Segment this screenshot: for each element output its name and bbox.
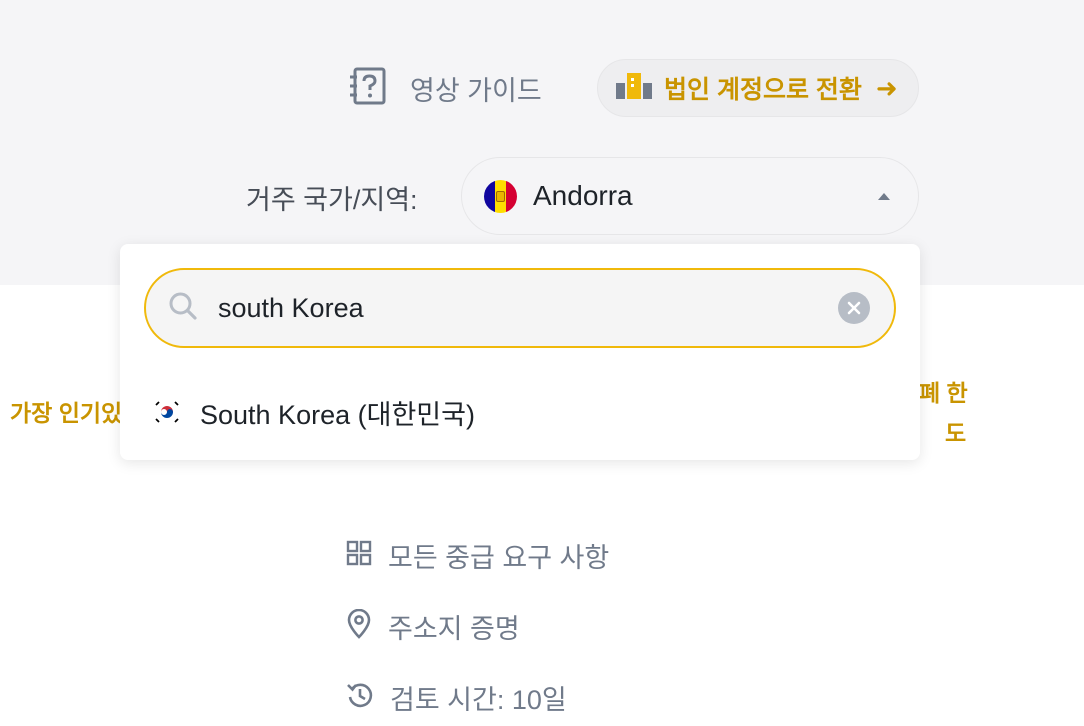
corporate-button-label: 법인 계정으로 전환 [664,76,862,104]
andorra-flag-icon [484,179,517,213]
requirement-item: 검토 시간: 10일 [346,678,567,717]
country-option-label: South Korea (대한민국) [200,399,475,430]
guide-book-icon [348,66,388,111]
residence-country-label: 거주 국가/지역: [246,185,418,215]
building-icon [616,71,652,106]
right-text-partial-2: 도 [945,420,967,446]
requirement-label: 주소지 증명 [388,614,520,644]
country-search-box [144,268,896,348]
arrow-right-icon: ➜ [875,72,898,103]
requirement-label: 검토 시간: 10일 [390,685,567,715]
country-select[interactable]: Andorra [461,157,919,235]
popular-text-partial: 가장 인기있 [10,400,123,426]
requirement-item: 모든 중급 요구 사항 [346,536,609,575]
switch-corporate-account-button[interactable]: 법인 계정으로 전환 ➜ [597,59,919,117]
selected-country-value: Andorra [533,180,633,211]
guide-label: 영상 가이드 [410,75,542,106]
country-option-south-korea[interactable]: South Korea (대한민국) [120,384,920,440]
requirement-item: 주소지 증명 [346,607,520,646]
location-pin-icon [346,608,372,644]
grid-icon [346,540,372,571]
top-section-background [0,0,1084,285]
requirement-label: 모든 중급 요구 사항 [388,543,610,573]
close-icon [847,301,861,315]
country-search-input[interactable] [218,288,838,328]
south-korea-flag-icon [152,397,182,427]
caret-up-icon [878,193,890,200]
clock-history-icon [346,681,374,714]
country-dropdown-panel: South Korea (대한민국) [120,244,920,460]
clear-search-button[interactable] [838,292,870,324]
search-icon [168,291,198,326]
right-text-partial-1: 폐 한 [919,380,968,406]
video-guide-link[interactable]: 영상 가이드 [348,66,542,110]
